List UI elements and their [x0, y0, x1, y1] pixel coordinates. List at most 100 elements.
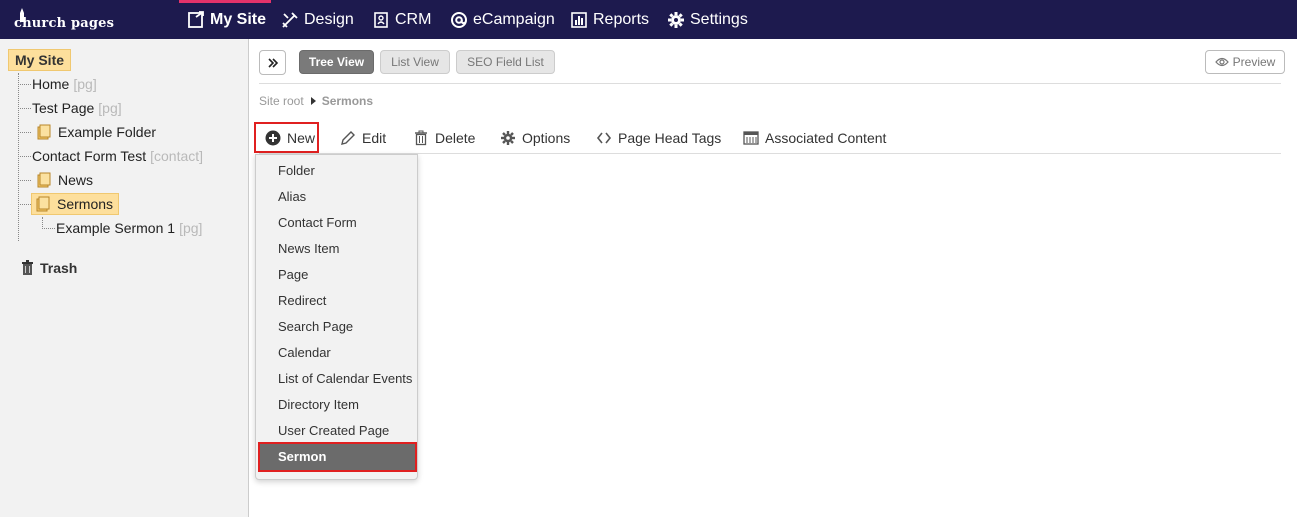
page-type-tag: [pg]: [179, 220, 203, 236]
nav-ecampaign-label: eCampaign: [473, 10, 555, 28]
page-type-tag: [pg]: [98, 100, 122, 116]
menu-item-search-page[interactable]: Search Page: [256, 314, 417, 340]
folder-icon: [35, 196, 51, 212]
list-box-icon: [743, 130, 759, 146]
new-label: New: [287, 129, 316, 146]
folder-icon: [36, 124, 52, 140]
menu-item-page[interactable]: Page: [256, 262, 417, 288]
at-icon: [449, 10, 469, 30]
tree-node-label: News: [58, 172, 94, 188]
tree-node-news[interactable]: News: [36, 169, 93, 191]
options-button[interactable]: Options: [500, 124, 570, 152]
design-icon: [280, 10, 300, 30]
menu-item-redirect[interactable]: Redirect: [256, 288, 417, 314]
edit-button[interactable]: Edit: [340, 124, 386, 152]
tab-seo-field-list[interactable]: SEO Field List: [456, 50, 555, 74]
site-tree-sidebar: My Site Home [pg] Test Page [pg] Example…: [0, 39, 249, 517]
tab-tree-view[interactable]: Tree View: [299, 50, 374, 74]
nav-my-site[interactable]: My Site: [186, 0, 266, 39]
tree-node-test-page[interactable]: Test Page [pg]: [32, 97, 122, 119]
tree-connector: [18, 180, 31, 181]
trash-can-icon: [413, 130, 429, 146]
tree-node-sermons[interactable]: Sermons: [31, 193, 120, 215]
tab-list-view[interactable]: List View: [380, 50, 450, 74]
tree-node-label: Test Page: [32, 100, 95, 116]
divider: [259, 83, 1281, 84]
options-label: Options: [522, 130, 571, 146]
site-icon: [186, 10, 206, 30]
menu-item-directory-item[interactable]: Directory Item: [256, 392, 417, 418]
tree-connector: [18, 204, 31, 205]
caret-right-icon: [310, 97, 316, 105]
double-chevron-right-icon: [267, 57, 278, 68]
code-brackets-icon: [596, 130, 612, 146]
tree-connector: [18, 156, 31, 157]
nav-reports[interactable]: Reports: [569, 0, 649, 39]
tree-node-label: Example Sermon 1: [56, 220, 176, 236]
menu-item-calendar[interactable]: Calendar: [256, 340, 417, 366]
tree-node-home[interactable]: Home [pg]: [32, 73, 97, 95]
tree-node-label: Sermons: [57, 196, 114, 212]
nav-ecampaign[interactable]: eCampaign: [449, 0, 555, 39]
folder-icon: [36, 172, 52, 188]
delete-label: Delete: [435, 130, 476, 146]
tree-connector: [18, 73, 19, 241]
nav-my-site-label: My Site: [210, 10, 267, 28]
logo-text: church pages: [14, 16, 115, 31]
nav-design[interactable]: Design: [280, 0, 354, 39]
menu-item-sermon[interactable]: Sermon: [258, 442, 417, 472]
menu-item-user-created-page[interactable]: User Created Page: [256, 418, 417, 444]
gear-icon: [666, 10, 686, 30]
delete-button[interactable]: Delete: [413, 124, 475, 152]
nav-reports-label: Reports: [593, 10, 650, 28]
plus-circle-icon: [265, 130, 281, 146]
tree-connector: [18, 84, 31, 85]
breadcrumb-current: Sermons: [321, 94, 374, 108]
new-button[interactable]: New: [254, 122, 319, 153]
church-pages-logo[interactable]: church pages: [14, 8, 114, 34]
menu-item-contact-form[interactable]: Contact Form: [256, 210, 417, 236]
trash-icon: [22, 260, 33, 275]
page-type-tag: [pg]: [73, 76, 97, 92]
associated-content-label: Associated Content: [765, 130, 887, 146]
new-item-dropdown: Folder Alias Contact Form News Item Page…: [255, 154, 418, 480]
tree-connector: [18, 108, 31, 109]
reports-icon: [569, 10, 589, 30]
tree-node-example-folder[interactable]: Example Folder: [36, 121, 156, 143]
tree-node-contact-form-test[interactable]: Contact Form Test [contact]: [32, 145, 203, 167]
nav-crm-label: CRM: [395, 10, 432, 28]
tree-node-label: Example Folder: [58, 124, 157, 140]
menu-item-folder[interactable]: Folder: [256, 158, 417, 184]
main-content: Tree View List View SEO Field List Previ…: [250, 39, 1285, 517]
tree-connector: [18, 132, 31, 133]
tree-node-label: Contact Form Test: [32, 148, 147, 164]
crm-icon: [371, 10, 391, 30]
page-type-tag: [contact]: [150, 148, 204, 164]
breadcrumb: Site root Sermons: [259, 94, 373, 108]
menu-item-list-of-calendar-events[interactable]: List of Calendar Events: [256, 366, 417, 392]
nav-settings-label: Settings: [690, 10, 748, 28]
trash-link[interactable]: Trash: [20, 258, 77, 278]
tree-connector: [42, 228, 55, 229]
eye-icon: [1214, 57, 1229, 67]
scroll-gutter: [1285, 39, 1297, 517]
nav-crm[interactable]: CRM: [371, 0, 431, 39]
gear-icon: [500, 130, 516, 146]
edit-label: Edit: [362, 130, 387, 146]
tree-node-example-sermon-1[interactable]: Example Sermon 1 [pg]: [56, 217, 202, 239]
preview-button[interactable]: Preview: [1205, 50, 1285, 74]
menu-item-alias[interactable]: Alias: [256, 184, 417, 210]
tree-root-my-site[interactable]: My Site: [8, 49, 72, 71]
tree-node-label: Home: [32, 76, 70, 92]
pencil-icon: [340, 130, 356, 146]
nav-design-label: Design: [304, 10, 354, 28]
page-head-tags-label: Page Head Tags: [618, 130, 722, 146]
expand-sidebar-button[interactable]: [259, 50, 286, 75]
breadcrumb-root[interactable]: Site root: [259, 94, 304, 108]
trash-label: Trash: [40, 260, 78, 276]
page-head-tags-button[interactable]: Page Head Tags: [596, 124, 721, 152]
associated-content-button[interactable]: Associated Content: [743, 124, 886, 152]
nav-settings[interactable]: Settings: [666, 0, 748, 39]
menu-item-news-item[interactable]: News Item: [256, 236, 417, 262]
top-nav-bar: church pages My Site Design CRM eCampaig…: [0, 0, 1297, 39]
